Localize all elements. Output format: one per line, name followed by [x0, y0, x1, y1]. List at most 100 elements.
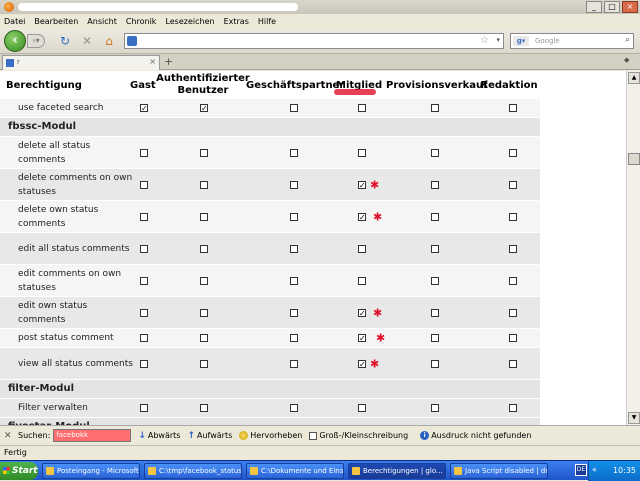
- permission-checkbox[interactable]: [140, 244, 148, 253]
- menu-item-6[interactable]: Hilfe: [258, 17, 276, 26]
- permission-checkbox[interactable]: [290, 148, 298, 157]
- permission-checkbox[interactable]: [431, 212, 439, 221]
- permission-checkbox[interactable]: [200, 212, 208, 221]
- permission-checkbox[interactable]: [290, 276, 298, 285]
- menu-item-4[interactable]: Lesezeichen: [165, 17, 214, 26]
- permission-checkbox[interactable]: [290, 404, 298, 412]
- match-case-checkbox[interactable]: Groß-/Kleinschreibung: [309, 431, 408, 440]
- permission-checkbox[interactable]: [509, 244, 517, 253]
- scroll-down-icon[interactable]: ▼: [628, 412, 640, 424]
- permission-checkbox[interactable]: [431, 180, 439, 189]
- maximize-button[interactable]: □: [604, 1, 620, 13]
- reload-icon[interactable]: ↻: [58, 34, 72, 48]
- taskbar-item[interactable]: C:\Dokumente und Einst...: [246, 463, 344, 479]
- close-find-icon[interactable]: ✕: [4, 431, 14, 441]
- permission-checkbox[interactable]: [200, 276, 208, 285]
- google-icon[interactable]: g▾: [513, 36, 529, 46]
- language-indicator[interactable]: DE: [575, 464, 587, 476]
- permission-checkbox[interactable]: [431, 404, 439, 412]
- permission-checkbox[interactable]: [431, 148, 439, 157]
- menu-item-2[interactable]: Ansicht: [87, 17, 117, 26]
- permission-checkbox[interactable]: [200, 104, 208, 112]
- permission-checkbox[interactable]: [509, 180, 517, 189]
- permission-checkbox[interactable]: [290, 212, 298, 221]
- permission-checkbox[interactable]: [200, 404, 208, 412]
- permission-checkbox[interactable]: [509, 308, 517, 317]
- menu-item-3[interactable]: Chronik: [126, 17, 157, 26]
- bookmark-star-icon[interactable]: ☆: [480, 35, 489, 46]
- permission-checkbox[interactable]: [509, 334, 517, 342]
- close-tab-icon[interactable]: ×: [149, 57, 156, 66]
- permission-checkbox[interactable]: [431, 244, 439, 253]
- menu-item-0[interactable]: Datei: [4, 17, 25, 26]
- taskbar-item[interactable]: C:\tmp\facebook_status: [144, 463, 242, 479]
- permission-checkbox[interactable]: [358, 148, 366, 157]
- permission-checkbox[interactable]: [200, 359, 208, 368]
- tab-list-icon[interactable]: ◆: [624, 56, 634, 68]
- permission-checkbox[interactable]: [431, 104, 439, 112]
- permission-checkbox[interactable]: [290, 244, 298, 253]
- permission-checkbox[interactable]: [358, 404, 366, 412]
- find-previous-button[interactable]: ↑ Aufwärts: [187, 431, 232, 441]
- vertical-scrollbar[interactable]: ▲ ▼: [626, 71, 640, 425]
- stop-icon[interactable]: ✕: [80, 34, 94, 48]
- permission-checkbox[interactable]: [509, 148, 517, 157]
- permission-checkbox[interactable]: [358, 276, 366, 285]
- start-button[interactable]: Start: [0, 462, 38, 480]
- permission-checkbox[interactable]: [200, 148, 208, 157]
- permission-checkbox[interactable]: [290, 334, 298, 342]
- close-window-button[interactable]: ×: [622, 1, 638, 13]
- taskbar-item[interactable]: Berechtigungen | glo...: [348, 463, 446, 479]
- url-dropdown-icon[interactable]: ▾: [496, 36, 500, 44]
- permission-checkbox[interactable]: [358, 308, 366, 317]
- permission-checkbox[interactable]: [358, 359, 366, 368]
- permission-checkbox[interactable]: [509, 212, 517, 221]
- back-button[interactable]: ‹: [4, 30, 26, 52]
- permission-checkbox[interactable]: [431, 334, 439, 342]
- permission-checkbox[interactable]: [140, 180, 148, 189]
- find-input[interactable]: facebokk: [53, 429, 132, 442]
- scroll-up-icon[interactable]: ▲: [628, 72, 640, 84]
- search-icon[interactable]: ⌕: [625, 35, 630, 45]
- permission-checkbox[interactable]: [290, 180, 298, 189]
- permission-checkbox[interactable]: [140, 308, 148, 317]
- scroll-thumb[interactable]: [628, 153, 640, 165]
- permission-checkbox[interactable]: [200, 244, 208, 253]
- permission-checkbox[interactable]: [431, 276, 439, 285]
- permission-checkbox[interactable]: [358, 244, 366, 253]
- taskbar-item[interactable]: Posteingang - Microsoft ...: [42, 463, 140, 479]
- permission-checkbox[interactable]: [509, 359, 517, 368]
- permission-checkbox[interactable]: [358, 104, 366, 112]
- new-tab-button[interactable]: +: [164, 56, 176, 68]
- permission-checkbox[interactable]: [200, 334, 208, 342]
- highlight-button[interactable]: Hervorheben: [239, 431, 302, 440]
- tray-expand-icon[interactable]: «: [592, 465, 597, 474]
- permission-checkbox[interactable]: [431, 359, 439, 368]
- tab-berechtigungen[interactable]: r ×: [2, 55, 160, 70]
- permission-checkbox[interactable]: [140, 104, 148, 112]
- permission-checkbox[interactable]: [358, 180, 366, 189]
- permission-checkbox[interactable]: [509, 104, 517, 112]
- permission-checkbox[interactable]: [140, 148, 148, 157]
- permission-checkbox[interactable]: [431, 308, 439, 317]
- permission-checkbox[interactable]: [358, 212, 366, 221]
- minimize-button[interactable]: _: [586, 1, 602, 13]
- permission-checkbox[interactable]: [200, 308, 208, 317]
- home-icon[interactable]: ⌂: [102, 34, 116, 48]
- taskbar-item[interactable]: Java Script disabled | dr...: [450, 463, 548, 479]
- permission-checkbox[interactable]: [290, 104, 298, 112]
- menu-item-1[interactable]: Bearbeiten: [34, 17, 78, 26]
- permission-checkbox[interactable]: [140, 212, 148, 221]
- permission-checkbox[interactable]: [290, 359, 298, 368]
- permission-checkbox[interactable]: [140, 276, 148, 285]
- permission-checkbox[interactable]: [140, 404, 148, 412]
- permission-checkbox[interactable]: [509, 404, 517, 412]
- menu-item-5[interactable]: Extras: [224, 17, 249, 26]
- permission-checkbox[interactable]: [290, 308, 298, 317]
- forward-button[interactable]: ›▾: [27, 34, 45, 48]
- permission-checkbox[interactable]: [509, 276, 517, 285]
- permission-checkbox[interactable]: [140, 334, 148, 342]
- search-input[interactable]: g▾ Google ⌕: [510, 33, 634, 49]
- permission-checkbox[interactable]: [200, 180, 208, 189]
- permission-checkbox[interactable]: [140, 359, 148, 368]
